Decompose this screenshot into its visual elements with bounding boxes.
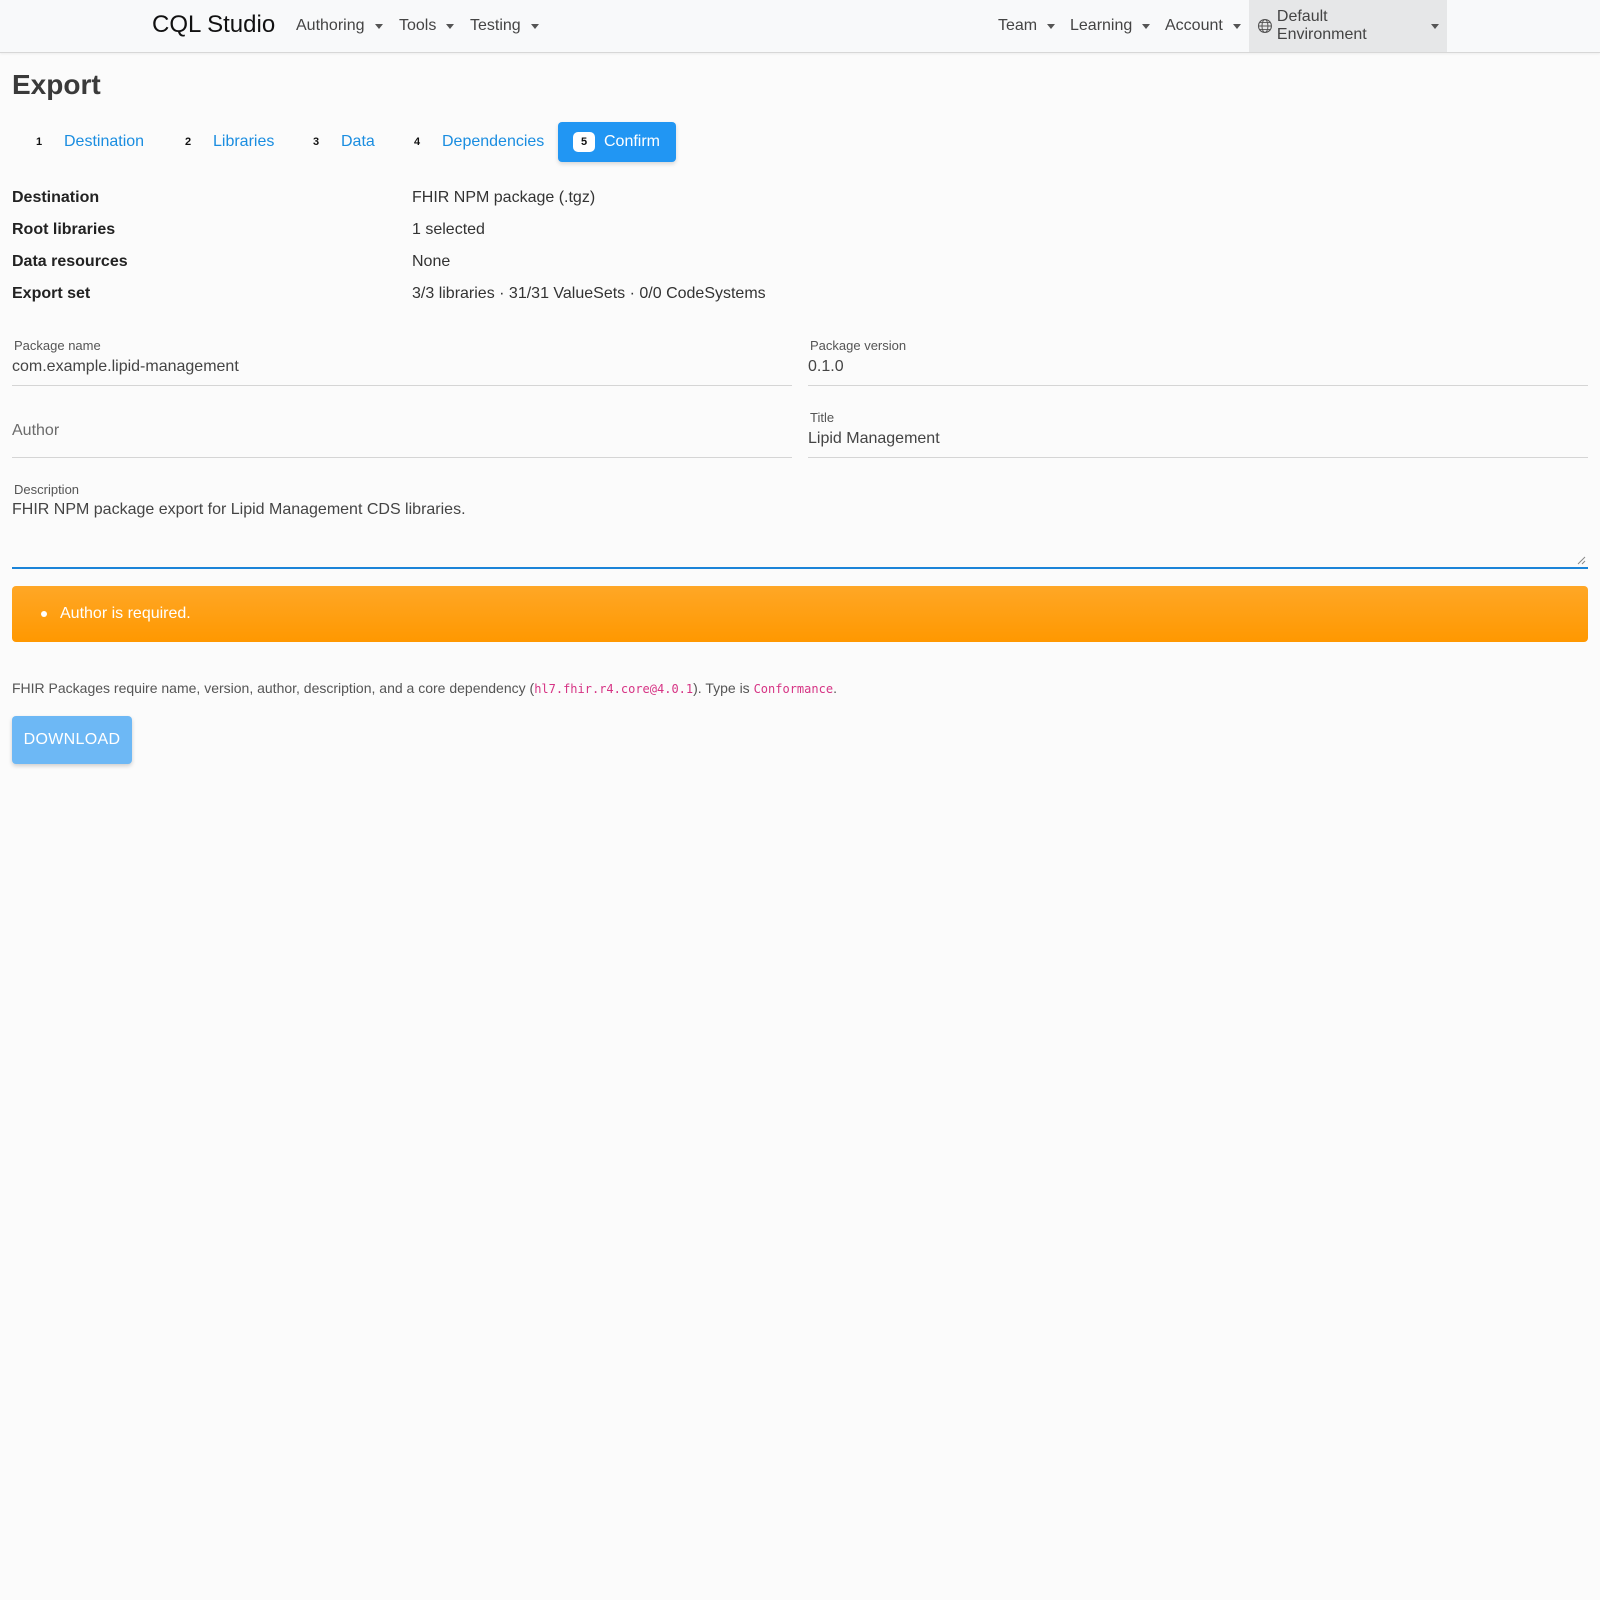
package-version-field[interactable]: Package version <box>808 338 1588 386</box>
dependency-code: hl7.fhir.r4.core@4.0.1 <box>534 682 694 696</box>
note-middle: ). Type is <box>693 680 754 696</box>
validation-alert: Author is required. <box>12 586 1588 642</box>
description-label: Description <box>14 482 80 497</box>
step-label: Confirm <box>604 133 661 150</box>
step-confirm[interactable]: 5 Confirm <box>558 122 677 162</box>
step-libraries[interactable]: 2 Libraries <box>177 122 274 162</box>
chevron-down-icon <box>374 23 383 29</box>
step-number: 2 <box>184 136 192 148</box>
chevron-down-icon <box>1142 23 1151 29</box>
chevron-down-icon <box>530 23 539 29</box>
chevron-down-icon <box>1431 23 1439 29</box>
chevron-down-icon <box>446 23 455 29</box>
package-requirements-note: FHIR Packages require name, version, aut… <box>12 680 837 696</box>
menu-team-label: Team <box>998 17 1038 34</box>
menu-tools-label: Tools <box>399 17 437 34</box>
step-data[interactable]: 3 Data <box>305 122 375 162</box>
menu-account[interactable]: Account <box>1157 0 1249 52</box>
summary-label-data-resources: Data resources <box>12 253 128 270</box>
author-field[interactable]: Author <box>12 408 792 458</box>
type-code: Conformance <box>753 682 834 696</box>
note-suffix: . <box>833 680 837 696</box>
summary-value-data-resources: None <box>412 253 451 270</box>
package-name-input[interactable] <box>12 358 792 376</box>
description-textarea[interactable]: FHIR NPM package export for Lipid Manage… <box>12 501 1588 519</box>
summary-value-root-libraries: 1 selected <box>412 221 485 238</box>
menu-learning[interactable]: Learning <box>1062 0 1158 52</box>
menu-testing-label: Testing <box>470 17 521 34</box>
top-navbar: CQL Studio Authoring Tools Testing Team … <box>0 0 1600 53</box>
alert-message: Author is required. <box>60 605 191 622</box>
menu-account-label: Account <box>1165 17 1223 34</box>
menu-authoring[interactable]: Authoring <box>288 0 391 52</box>
brand-logo[interactable]: CQL Studio <box>152 10 275 40</box>
package-name-field[interactable]: Package name <box>12 338 792 386</box>
step-destination[interactable]: 1 Destination <box>28 122 144 162</box>
package-name-label: Package name <box>14 338 101 353</box>
menu-environment[interactable]: Default Environment <box>1249 0 1447 52</box>
chevron-down-icon <box>1232 23 1241 29</box>
title-label: Title <box>810 410 835 425</box>
menu-testing[interactable]: Testing <box>462 0 547 52</box>
download-button[interactable]: DOWNLOAD <box>12 716 132 764</box>
step-label: Dependencies <box>442 133 545 150</box>
menu-team[interactable]: Team <box>990 0 1063 52</box>
globe-icon <box>1257 18 1272 34</box>
menu-environment-label: Default Environment <box>1276 8 1367 43</box>
menu-learning-label: Learning <box>1070 17 1133 34</box>
title-input[interactable] <box>808 430 1588 448</box>
package-version-label: Package version <box>810 338 907 353</box>
step-label: Data <box>341 133 375 150</box>
author-placeholder: Author <box>12 422 60 439</box>
step-dependencies[interactable]: 4 Dependencies <box>406 122 544 162</box>
step-number: 4 <box>413 136 421 148</box>
chevron-down-icon <box>1047 23 1056 29</box>
description-field[interactable]: Description FHIR NPM package export for … <box>12 482 1588 569</box>
step-number: 3 <box>312 136 320 148</box>
bullet-icon <box>41 611 47 617</box>
summary-label-destination: Destination <box>12 189 100 206</box>
summary-value-export-set: 3/3 libraries · 31/31 ValueSets · 0/0 Co… <box>412 285 766 302</box>
title-field[interactable]: Title <box>808 410 1588 458</box>
menu-authoring-label: Authoring <box>296 17 365 34</box>
step-label: Destination <box>64 133 145 150</box>
note-prefix: FHIR Packages require name, version, aut… <box>12 680 535 696</box>
summary-label-root-libraries: Root libraries <box>12 221 116 238</box>
step-label: Libraries <box>213 133 275 150</box>
resize-handle-icon[interactable] <box>1576 555 1586 565</box>
page-title: Export <box>12 69 101 100</box>
summary-value-destination: FHIR NPM package (.tgz) <box>412 189 596 206</box>
step-number: 5 <box>573 132 595 152</box>
menu-tools[interactable]: Tools <box>391 0 462 52</box>
step-number: 1 <box>35 136 43 148</box>
package-version-input[interactable] <box>808 358 1588 376</box>
summary-label-export-set: Export set <box>12 285 91 302</box>
